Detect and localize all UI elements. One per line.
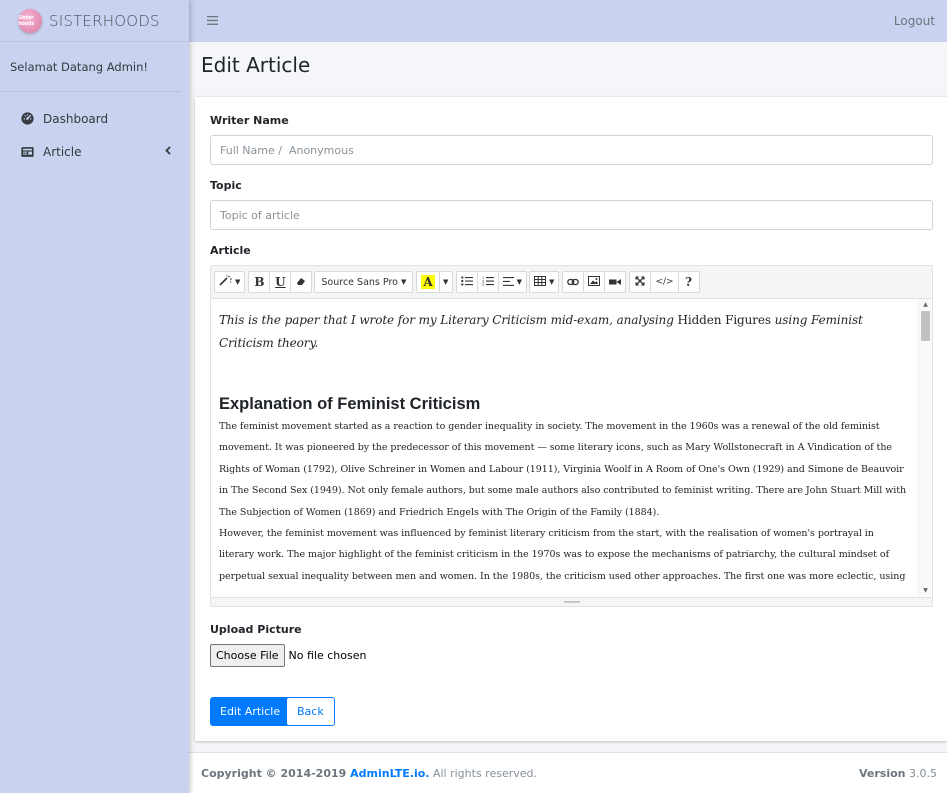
sidebar: Sister hoods SISTERHOODS Selamat Datang … [0, 0, 189, 793]
edit-article-button[interactable]: Edit Article [210, 697, 291, 726]
topic-label: Topic [210, 179, 242, 192]
insert-video-button[interactable] [604, 271, 627, 293]
intro-text-a: This is the paper that I wrote for my Li… [219, 313, 678, 327]
menu-toggle-icon[interactable] [207, 13, 218, 29]
editor-scrollbar[interactable]: ▲ ▼ [918, 299, 932, 596]
grip-lines-icon [563, 601, 580, 603]
fullscreen-button[interactable] [629, 271, 652, 293]
style-dropdown-button[interactable]: ▼ [214, 271, 246, 293]
version-number: 3.0.5 [909, 766, 937, 780]
article-label: Article [210, 244, 251, 257]
video-icon [609, 276, 622, 289]
magic-wand-icon [219, 275, 232, 289]
article-intro: This is the paper that I wrote for my Li… [219, 309, 910, 355]
brand-logo: Sister hoods [18, 8, 42, 33]
article-paragraph: However, the feminist movement was influ… [219, 528, 906, 582]
copyright-prefix: Copyright © 2014-2019 [201, 766, 351, 780]
sidebar-item-dashboard[interactable]: Dashboard [0, 102, 189, 135]
logout-link[interactable]: Logout [894, 14, 935, 28]
font-family-value: Source Sans Pro [321, 276, 398, 288]
article-heading: Explanation of Feminist Criticism [219, 395, 481, 413]
chevron-left-icon [165, 145, 171, 158]
version-info: Version 3.0.5 [859, 767, 937, 780]
table-icon [534, 275, 547, 289]
adminlte-link[interactable]: AdminLTE.io. [350, 767, 429, 780]
scroll-down-icon[interactable]: ▼ [919, 587, 932, 594]
clear-format-button[interactable] [290, 271, 313, 293]
sidebar-nav: Dashboard Article [0, 102, 189, 168]
intro-text-title: Hidden Figures [677, 313, 771, 327]
editor-resize-handle[interactable] [211, 597, 932, 606]
sidebar-item-article[interactable]: Article [0, 135, 189, 168]
sidebar-item-label: Article [43, 144, 82, 159]
version-label: Version [858, 766, 906, 780]
footer: Copyright © 2014-2019 AdminLTE.io. All r… [189, 752, 947, 793]
text-color-dropdown[interactable]: ▼ [438, 271, 453, 293]
brand-link[interactable]: Sister hoods SISTERHOODS [0, 0, 189, 42]
newspaper-icon [21, 145, 34, 158]
bold-button[interactable]: B [248, 271, 271, 293]
back-button[interactable]: Back [286, 697, 335, 726]
font-family-dropdown[interactable]: Source Sans Pro ▼ [314, 271, 414, 293]
editor-content-area[interactable]: This is the paper that I wrote for my Li… [211, 299, 932, 605]
expand-icon [635, 275, 646, 289]
code-icon: </> [655, 277, 674, 287]
question-icon: ? [685, 275, 693, 289]
table-dropdown-button[interactable]: ▼ [529, 271, 560, 293]
scroll-up-icon[interactable]: ▲ [919, 301, 932, 308]
paragraph-align-dropdown[interactable]: ▼ [497, 271, 528, 293]
upload-picture-label: Upload Picture [210, 623, 302, 636]
caret-down-icon: ▼ [442, 278, 449, 286]
caret-down-icon: ▼ [400, 278, 407, 286]
rich-text-editor: ▼ B U Source Sans Pro ▼ A ▼ 1 2 3 ▼ ▼ </… [210, 265, 933, 607]
file-input: Choose File No file chosen [210, 644, 366, 667]
picture-icon [588, 275, 601, 289]
welcome-text: Selamat Datang Admin! [0, 42, 181, 92]
bold-icon: B [254, 275, 265, 289]
insert-link-button[interactable] [562, 271, 585, 293]
ordered-list-button[interactable]: 123 [476, 271, 499, 293]
page-title: Edit Article [201, 53, 311, 77]
topic-input[interactable] [210, 200, 933, 230]
scrollbar-thumb[interactable] [921, 311, 930, 341]
insert-picture-button[interactable] [583, 271, 606, 293]
caret-down-icon: ▼ [516, 278, 523, 286]
content-header: Edit Article [201, 53, 310, 77]
choose-file-button[interactable]: Choose File [210, 644, 285, 667]
writer-name-label: Writer Name [210, 114, 289, 127]
article-paragraph: The feminist movement started as a react… [219, 421, 907, 518]
tachometer-icon [21, 112, 34, 125]
code-view-button[interactable]: </> [650, 271, 679, 293]
underline-button[interactable]: U [269, 271, 292, 293]
help-button[interactable]: ? [677, 271, 700, 293]
list-ol-icon: 123 [482, 276, 494, 289]
caret-down-icon: ▼ [235, 278, 241, 286]
highlight-a-icon: A [421, 275, 435, 289]
editor-toolbar: ▼ B U Source Sans Pro ▼ A ▼ 1 2 3 ▼ ▼ </… [211, 266, 932, 299]
top-navbar: Logout [189, 0, 947, 42]
edit-article-form: Writer Name Topic Article ▼ B U Source S… [195, 97, 947, 741]
brand-logo-text: Sister hoods [18, 14, 34, 27]
sidebar-item-label: Dashboard [43, 111, 109, 126]
copyright-suffix: All rights reserved. [429, 766, 537, 780]
list-ul-icon [460, 275, 473, 289]
writer-name-input[interactable] [210, 135, 933, 165]
svg-text:3: 3 [482, 283, 484, 286]
unordered-list-button[interactable] [455, 271, 478, 293]
link-icon [567, 276, 580, 289]
eraser-icon [296, 276, 306, 289]
underline-icon: U [275, 275, 286, 289]
copyright: Copyright © 2014-2019 AdminLTE.io. All r… [201, 767, 537, 780]
file-status-text: No file chosen [288, 649, 367, 662]
caret-down-icon: ▼ [549, 278, 555, 286]
brand-name: SISTERHOODS [49, 11, 160, 30]
text-color-button[interactable]: A [416, 271, 440, 293]
align-left-icon [502, 276, 514, 289]
